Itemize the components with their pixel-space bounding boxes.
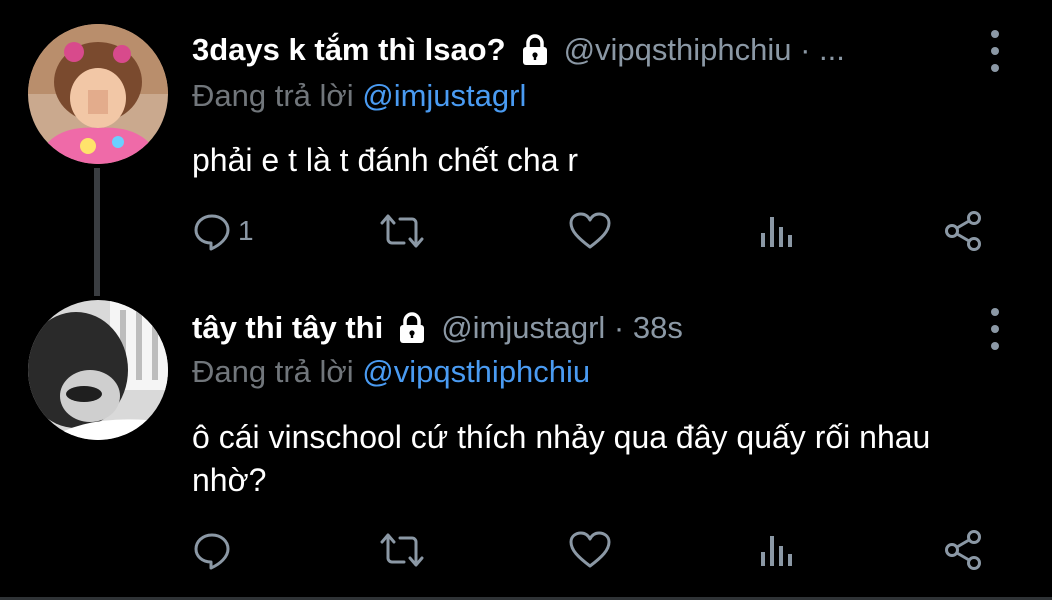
share-icon [945,211,981,251]
tweet-header: tây thi tây thi @imjustagrl · 38s [192,306,683,350]
avatar[interactable] [28,300,168,440]
replying-to-mention[interactable]: @imjustagrl [362,78,526,113]
lock-icon [518,33,552,67]
replying-to-line: Đang trả lời @imjustagrl [192,78,526,114]
analytics-icon [761,536,792,566]
tweet-item[interactable]: 3days k tắm thì lsao? @vipqsthiphchiu · … [0,0,1052,290]
like-button[interactable] [568,207,618,255]
share-icon [945,530,981,570]
comment-icon [194,533,230,570]
handle-and-time[interactable]: @vipqsthiphchiu · ... [564,32,845,68]
more-vertical-icon [991,30,999,72]
heart-icon [569,212,611,249]
more-vertical-icon [991,308,999,350]
views-button[interactable] [758,526,794,574]
reply-count: 1 [238,215,254,246]
retweet-button[interactable] [378,526,432,574]
more-options-button[interactable] [980,26,1010,76]
comment-icon [194,214,230,251]
share-button[interactable] [942,207,984,255]
lock-icon [395,311,429,345]
reply-button[interactable]: 1 [192,207,254,255]
display-name[interactable]: tây thi tây thi [192,310,383,346]
retweet-icon [380,214,424,248]
replying-to-line: Đang trả lời @vipqsthiphchiu [192,354,590,390]
handle-and-time[interactable]: @imjustagrl · 38s [441,310,683,346]
retweet-button[interactable] [378,207,432,255]
tweet-header: 3days k tắm thì lsao? @vipqsthiphchiu · … [192,28,845,72]
replying-to-mention[interactable]: @vipqsthiphchiu [362,354,590,389]
heart-icon [569,531,611,568]
reply-button[interactable] [192,526,238,574]
like-button[interactable] [568,526,618,574]
tweet-text: phải e t là t đánh chết cha r [192,142,579,178]
share-button[interactable] [942,526,984,574]
tweet-text: ô cái vinschool cứ thích nhảy qua đây qu… [192,419,931,498]
replying-prefix: Đang trả lời [192,354,363,389]
more-options-button[interactable] [980,304,1010,354]
views-button[interactable] [758,207,794,255]
retweet-icon [380,533,424,567]
avatar[interactable] [28,24,168,164]
analytics-icon [761,217,792,247]
display-name[interactable]: 3days k tắm thì lsao? [192,32,506,68]
replying-prefix: Đang trả lời [192,78,363,113]
tweet-item[interactable]: tây thi tây thi @imjustagrl · 38s Đang t… [0,290,1052,597]
